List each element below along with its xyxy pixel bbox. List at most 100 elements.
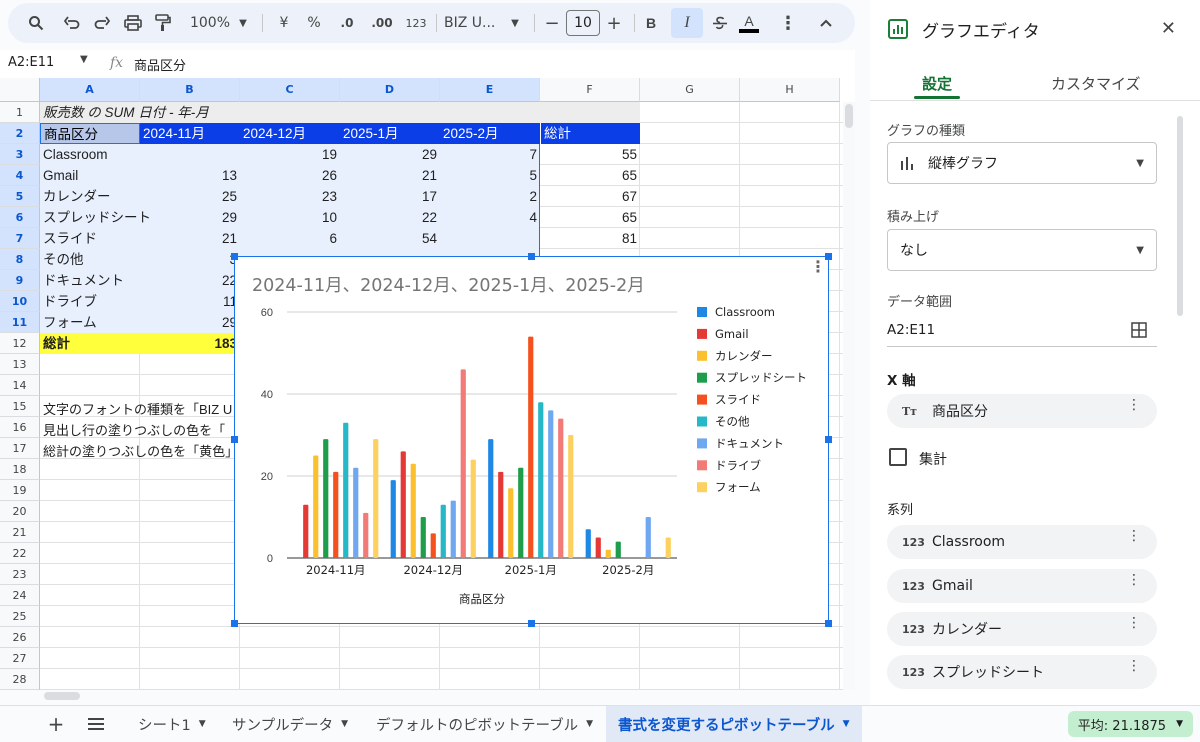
column-header[interactable]: B [140, 78, 240, 102]
resize-handle[interactable] [231, 253, 238, 260]
resize-handle[interactable] [825, 620, 832, 627]
column-header[interactable]: H [740, 78, 840, 102]
add-sheet-icon[interactable]: + [46, 706, 66, 742]
undo-icon[interactable] [60, 3, 84, 43]
cell[interactable]: 67 [540, 186, 640, 207]
cell[interactable]: Gmail [40, 165, 140, 186]
cell[interactable]: 文字のフォントの種類を「BIZ U [40, 399, 240, 420]
more-vert-icon[interactable]: ⋮ [1127, 573, 1141, 587]
number-format-button[interactable]: 123 [402, 3, 430, 43]
row-header[interactable]: 13 [0, 354, 40, 375]
cell[interactable]: ドキュメント [40, 270, 140, 291]
row-header[interactable]: 23 [0, 564, 40, 585]
cell[interactable]: 11 [140, 291, 240, 312]
cell[interactable]: 4 [440, 207, 540, 228]
chart-menu-icon[interactable]: ⋮ [810, 259, 826, 275]
cell[interactable]: 19 [240, 144, 340, 165]
print-icon[interactable] [120, 3, 146, 43]
cell[interactable]: フォーム [40, 312, 140, 333]
cell[interactable]: 55 [540, 144, 640, 165]
header-cell[interactable]: 2024-11月 [140, 123, 240, 144]
sheet-tab[interactable]: デフォルトのピボットテーブル ▼ [364, 706, 605, 742]
row-header[interactable]: 1 [0, 102, 40, 123]
column-header[interactable]: D [340, 78, 440, 102]
resize-handle[interactable] [231, 436, 238, 443]
formula-input[interactable]: 商品区分 [134, 55, 186, 74]
select-all-corner[interactable] [0, 78, 40, 102]
row-header[interactable]: 17 [0, 438, 40, 459]
column-header[interactable]: G [640, 78, 740, 102]
strikethrough-icon[interactable] [708, 3, 732, 43]
increase-decimal-button[interactable]: .00 [366, 3, 398, 43]
cell[interactable]: 10 [240, 207, 340, 228]
cell[interactable]: 13 [140, 165, 240, 186]
search-menus-icon[interactable] [22, 3, 50, 43]
row-header[interactable]: 6 [0, 207, 40, 228]
name-box[interactable]: A2:E11 [8, 55, 54, 70]
more-vert-icon[interactable]: ⋮ [1127, 398, 1141, 412]
total-cell[interactable]: 183 [140, 333, 240, 354]
pivot-title-cell[interactable]: 販売数 の SUM 日付 - 年-月 [40, 102, 640, 123]
header-cell[interactable]: 2025-2月 [440, 123, 540, 144]
text-color-button[interactable]: A [736, 3, 762, 43]
cell[interactable]: 6 [240, 228, 340, 249]
row-header[interactable]: 15 [0, 396, 40, 417]
row-header[interactable]: 4 [0, 165, 40, 186]
cell[interactable]: Classroom [40, 144, 140, 165]
column-header[interactable]: F [540, 78, 640, 102]
more-vert-icon[interactable]: ⋮ [1127, 616, 1141, 630]
row-header[interactable]: 8 [0, 249, 40, 270]
tab-customize[interactable]: カスタマイズ [1051, 73, 1141, 94]
cell[interactable]: 26 [240, 165, 340, 186]
cell[interactable]: 見出し行の塗りつぶしの色を「 [40, 420, 240, 441]
row-header[interactable]: 14 [0, 375, 40, 396]
cell[interactable]: 23 [240, 186, 340, 207]
plus-icon[interactable]: + [604, 3, 624, 43]
row-header[interactable]: 2 [0, 123, 40, 144]
cell[interactable]: 22 [340, 207, 440, 228]
header-cell[interactable]: 2024-12月 [240, 123, 340, 144]
chevron-down-icon[interactable]: ▼ [1136, 245, 1144, 256]
chevron-down-icon[interactable]: ▼ [1136, 158, 1144, 169]
resize-handle[interactable] [825, 253, 832, 260]
bold-button[interactable]: B [640, 3, 662, 43]
series-chip[interactable]: 123 カレンダー ⋮ [887, 612, 1157, 646]
row-header[interactable]: 12 [0, 333, 40, 354]
chart[interactable]: 2024-11月、2024-12月、2025-1月、2025-2月 0 20 40 60… [234, 256, 829, 624]
decrease-decimal-button[interactable]: .0 [334, 3, 360, 43]
all-sheets-icon[interactable] [84, 706, 108, 742]
cell[interactable]: 7 [440, 144, 540, 165]
series-chip[interactable]: 123 Classroom ⋮ [887, 525, 1157, 559]
row-header[interactable]: 19 [0, 480, 40, 501]
cell[interactable]: 2 [440, 186, 540, 207]
cell[interactable]: 21 [140, 228, 240, 249]
cell[interactable]: カレンダー [40, 186, 140, 207]
minus-icon[interactable]: − [542, 3, 562, 43]
total-cell[interactable]: 総計 [40, 333, 140, 354]
cell[interactable]: 54 [340, 228, 440, 249]
paint-format-icon[interactable] [150, 3, 176, 43]
row-header[interactable]: 18 [0, 459, 40, 480]
sheet-tab[interactable]: シート1 ▼ [126, 706, 218, 742]
currency-format-button[interactable]: ¥ [274, 3, 294, 43]
zoom-select[interactable]: 100% [188, 3, 232, 43]
chevron-down-icon[interactable]: ▼ [508, 3, 522, 43]
row-header[interactable]: 3 [0, 144, 40, 165]
more-vert-icon[interactable]: ⋮ [779, 3, 797, 43]
cell[interactable]: 17 [340, 186, 440, 207]
x-axis-chip[interactable]: Tт 商品区分 ⋮ [887, 394, 1157, 428]
cell[interactable]: 65 [540, 165, 640, 186]
vertical-scrollbar[interactable] [845, 104, 853, 128]
stacking-select[interactable]: なし ▼ [887, 229, 1157, 271]
row-header[interactable]: 11 [0, 312, 40, 333]
collapse-toolbar-icon[interactable] [814, 3, 838, 43]
aggregate-checkbox[interactable] [889, 448, 907, 466]
row-header[interactable]: 25 [0, 606, 40, 627]
cell[interactable]: その他 [40, 249, 140, 270]
cell[interactable]: 22 [140, 270, 240, 291]
font-size-input[interactable]: 10 [566, 10, 600, 36]
editor-scrollbar[interactable] [1177, 116, 1183, 316]
row-header[interactable]: 26 [0, 627, 40, 648]
series-chip[interactable]: 123 Gmail ⋮ [887, 569, 1157, 603]
cell[interactable]: スライド [40, 228, 140, 249]
